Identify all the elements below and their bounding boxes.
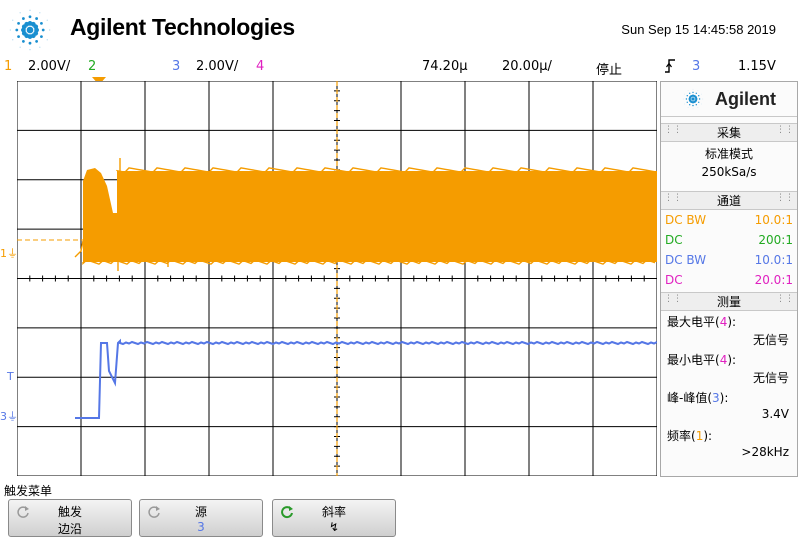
ch1-waveform: [74, 158, 657, 271]
ch3-number[interactable]: 3: [172, 59, 180, 74]
measurement-list: 最大电平(4): 无信号 最小电平(4): 无信号 峰-峰值(3): 3.4V 频率(1):…: [661, 311, 797, 463]
channel-list: DC BW 10.0:1 DC 200:1 DC BW 10.0:1 DC 20.0:1: [661, 210, 797, 290]
channel-row-1[interactable]: DC BW 10.0:1: [661, 210, 797, 230]
waveform-display[interactable]: [17, 81, 657, 476]
ch3-scale[interactable]: 2.00V/: [196, 59, 238, 74]
channel-coupling: DC: [665, 273, 683, 287]
trigger-source[interactable]: 3: [692, 59, 700, 74]
channel-row-2[interactable]: DC 200:1: [661, 230, 797, 250]
agilent-spark-small-icon: [682, 88, 704, 110]
ch1-scale[interactable]: 2.00V/: [28, 59, 70, 74]
sample-rate: 250kSa/s: [701, 165, 757, 179]
measurement-label[interactable]: 频率(1):: [661, 425, 797, 445]
channel-probe-ratio: 10.0:1: [754, 213, 793, 227]
measurement-label[interactable]: 最大电平(4):: [661, 311, 797, 331]
acquisition-mode: 标准模式: [704, 147, 753, 161]
channels-header[interactable]: ⋮⋮ 通道 ⋮⋮: [661, 191, 797, 210]
trigger-source-softkey[interactable]: 源 3: [139, 499, 263, 537]
header-bar: Agilent Technologies Sun Sep 15 14:45:58…: [0, 0, 800, 58]
trigger-type-softkey[interactable]: 触发 边沿: [8, 499, 132, 537]
channel-probe-ratio: 10.0:1: [754, 253, 793, 267]
info-panel: Agilent ⋮⋮ 采集 ⋮⋮ 标准模式 250kSa/s ⋮⋮ 通道 ⋮⋮ …: [660, 81, 798, 477]
ch4-number[interactable]: 4: [256, 59, 264, 74]
channel-status-bar: 1 2.00V/ 2 3 2.00V/ 4 74.20µ 20.00µ/ 停止 …: [0, 58, 800, 78]
trigger-level-marker[interactable]: T: [7, 370, 14, 383]
measurement-label[interactable]: 峰-峰值(3):: [661, 387, 797, 407]
measurement-value: 3.4V: [761, 407, 789, 421]
channel-coupling: DC: [665, 233, 683, 247]
channel-probe-ratio: 200:1: [758, 233, 793, 247]
trigger-slope-softkey[interactable]: 斜率 ↯: [272, 499, 396, 537]
time-scale[interactable]: 20.00µ/: [502, 59, 552, 74]
time-delay[interactable]: 74.20µ: [422, 59, 468, 74]
channel-row-3[interactable]: DC BW 10.0:1: [661, 250, 797, 270]
measurements-header[interactable]: ⋮⋮ 测量 ⋮⋮: [661, 292, 797, 311]
rising-edge-icon: [664, 58, 676, 78]
ch3-ground-marker[interactable]: 3⏚: [0, 408, 18, 424]
measurement-value: >28kHz: [741, 445, 789, 459]
trigger-level[interactable]: 1.15V: [738, 59, 776, 74]
channel-coupling: DC BW: [665, 213, 707, 227]
brand-title: Agilent Technologies: [70, 14, 295, 40]
ch1-number[interactable]: 1: [4, 59, 12, 74]
graticule: [17, 81, 657, 476]
panel-brand: Agilent: [715, 89, 776, 109]
softkey-menu-title: 触发菜单: [4, 484, 53, 498]
run-state[interactable]: 停止: [596, 59, 622, 78]
channel-probe-ratio: 20.0:1: [754, 273, 793, 287]
agilent-spark-logo-icon: [9, 9, 51, 51]
measurement-value: 无信号: [752, 333, 789, 347]
measurement-label[interactable]: 最小电平(4):: [661, 349, 797, 369]
acquisition-header[interactable]: ⋮⋮ 采集 ⋮⋮: [661, 123, 797, 142]
datetime-readout: Sun Sep 15 14:45:58 2019: [621, 22, 776, 37]
panel-logo: Agilent: [661, 82, 797, 117]
ch1-ground-marker[interactable]: 1⏚: [0, 245, 18, 261]
ch3-waveform: [75, 338, 657, 419]
channel-row-4[interactable]: DC 20.0:1: [661, 270, 797, 290]
ch2-number[interactable]: 2: [88, 59, 96, 74]
measurement-value: 无信号: [752, 371, 789, 385]
channel-coupling: DC BW: [665, 253, 707, 267]
